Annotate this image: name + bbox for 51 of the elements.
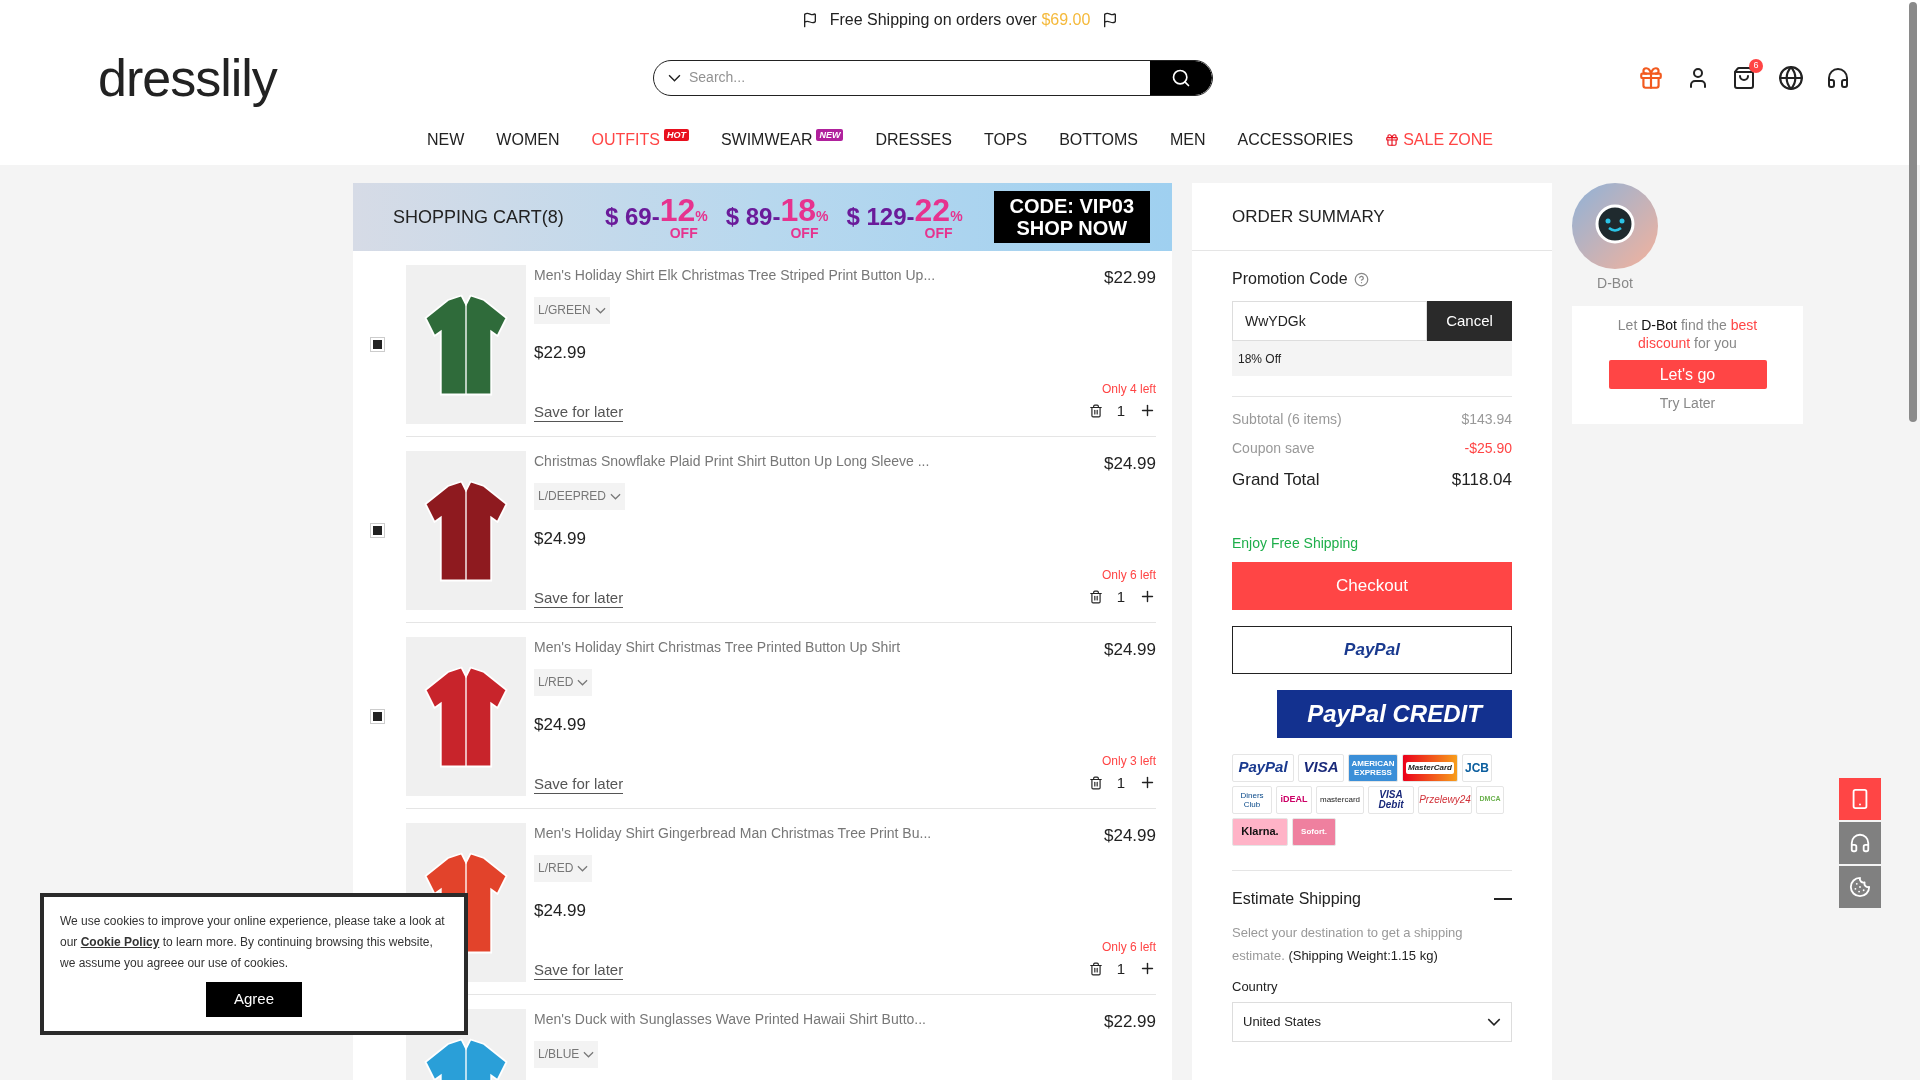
product-price: $24.99: [1104, 825, 1156, 847]
payment-logo: Klarna.: [1232, 817, 1288, 846]
product-price: $22.99: [1104, 267, 1156, 289]
payment-logo: Sofort.: [1292, 817, 1336, 846]
promo-text: Free Shipping on orders over $69.00: [829, 10, 1091, 30]
stock-note: Only 6 left: [1101, 938, 1156, 956]
count-badge: 6: [1749, 58, 1763, 73]
summary-label: Coupon save: [1232, 439, 1315, 458]
quantity-value: 1: [1116, 772, 1125, 793]
product-price: $24.99: [1104, 453, 1156, 475]
summary-label: Subtotal (6 items): [1232, 410, 1342, 429]
payment-logo: VISA: [1298, 753, 1344, 782]
bot-name: D-Bot: [1597, 274, 1633, 293]
payment-logo: iDEAL: [1276, 785, 1312, 814]
promo-result: 18% Off: [1232, 341, 1512, 376]
payment-logo: JCB: [1462, 753, 1492, 782]
free-shipping-note: Enjoy Free Shipping: [1232, 533, 1360, 553]
nav-badge: HOT: [663, 129, 689, 141]
payment-logo: Przelewy24: [1418, 785, 1472, 814]
payment-logo: AMERICAN EXPRESS: [1348, 753, 1398, 782]
unit-price: $22.99: [534, 341, 587, 364]
payment-logo: Diners Club: [1232, 785, 1272, 814]
promo-code-badge: CODE: VIP03 SHOP NOW: [993, 191, 1150, 243]
quantity-value: 1: [1116, 400, 1125, 421]
shipping-hint: Select your destination to get a shipping estimate. (Shipping Weight:1.15 kg): [1232, 923, 1464, 965]
quantity-value: 1: [1116, 586, 1125, 607]
stock-note: Only 3 left: [1101, 752, 1156, 770]
summary-label: Grand Total: [1232, 469, 1320, 491]
unit-price: $24.99: [534, 899, 587, 922]
quantity-value: 1: [1116, 958, 1125, 979]
payment-logo: PayPal: [1232, 753, 1294, 782]
summary-value: $118.04: [1451, 469, 1512, 491]
product-price: $22.99: [1104, 1011, 1156, 1033]
country-label: Country: [1232, 977, 1279, 996]
stock-note: Only 6 left: [1101, 566, 1156, 584]
cart-title: SHOPPING CART(8): [393, 205, 565, 229]
payment-logo: MasterCard: [1402, 753, 1458, 782]
stock-note: Only 4 left: [1101, 380, 1156, 398]
summary-value: $143.94: [1461, 410, 1512, 429]
bot-message: Let D-Bot find the best discount for you: [1616, 316, 1759, 352]
cookie-message: We use cookies to improve your online experience, please take a look at our Cookie Policy to learn more. By continuing browsing this website, we assume you agreee our use of cookies.: [60, 913, 446, 972]
nav-badge: NEW: [816, 129, 844, 141]
unit-price: $24.99: [534, 713, 587, 736]
product-price: $24.99: [1104, 639, 1156, 661]
promo-label: Promotion Code: [1232, 269, 1348, 289]
unit-price: $24.99: [534, 527, 587, 550]
summary-title: ORDER SUMMARY: [1232, 205, 1385, 228]
payment-logo: mastercard: [1316, 785, 1364, 814]
shipping-title: Estimate Shipping: [1232, 888, 1361, 909]
summary-value: -$25.90: [1464, 439, 1512, 458]
payment-logo: VISA Debit: [1368, 785, 1414, 814]
